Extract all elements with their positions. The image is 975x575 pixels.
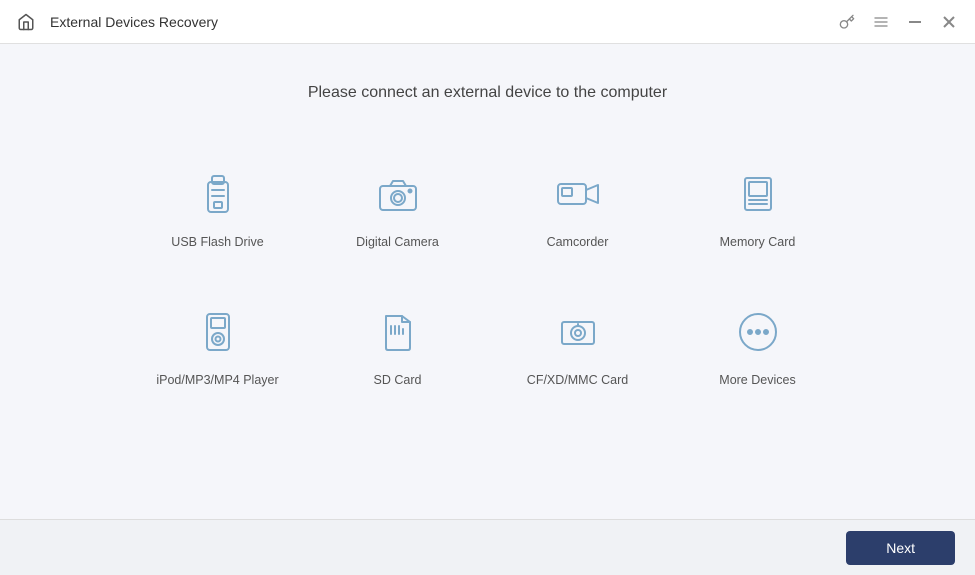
menu-button[interactable] [867,8,895,36]
memory-card-icon [728,164,788,224]
digital-camera-icon [368,164,428,224]
camcorder-icon [548,164,608,224]
device-sd-card[interactable]: SD Card [318,280,478,408]
footer: Next [0,519,975,575]
close-button[interactable] [935,8,963,36]
device-ipod-player[interactable]: iPod/MP3/MP4 Player [138,280,298,408]
memory-card-label: Memory Card [720,234,796,252]
next-button[interactable]: Next [846,531,955,565]
device-memory-card[interactable]: Memory Card [678,142,838,270]
cf-card-label: CF/XD/MMC Card [527,372,628,390]
device-cf-card[interactable]: CF/XD/MMC Card [498,280,658,408]
usb-flash-drive-icon [188,164,248,224]
minimize-button[interactable] [901,8,929,36]
key-button[interactable] [833,8,861,36]
more-devices-icon [728,302,788,362]
home-button[interactable] [12,8,40,36]
main-content: Please connect an external device to the… [0,44,975,519]
sd-card-label: SD Card [374,372,422,390]
cf-card-icon [548,302,608,362]
device-camcorder[interactable]: Camcorder [498,142,658,270]
window-controls [833,8,963,36]
app-title: External Devices Recovery [50,14,833,30]
device-more-devices[interactable]: More Devices [678,280,838,408]
camcorder-label: Camcorder [547,234,609,252]
titlebar: External Devices Recovery [0,0,975,44]
ipod-player-label: iPod/MP3/MP4 Player [156,372,278,390]
device-usb-flash-drive[interactable]: USB Flash Drive [138,142,298,270]
digital-camera-label: Digital Camera [356,234,439,252]
more-devices-label: More Devices [719,372,795,390]
device-digital-camera[interactable]: Digital Camera [318,142,478,270]
subtitle: Please connect an external device to the… [308,84,667,102]
devices-grid: USB Flash Drive Digital Camera [138,142,838,407]
usb-flash-drive-label: USB Flash Drive [171,234,263,252]
ipod-player-icon [188,302,248,362]
sd-card-icon [368,302,428,362]
